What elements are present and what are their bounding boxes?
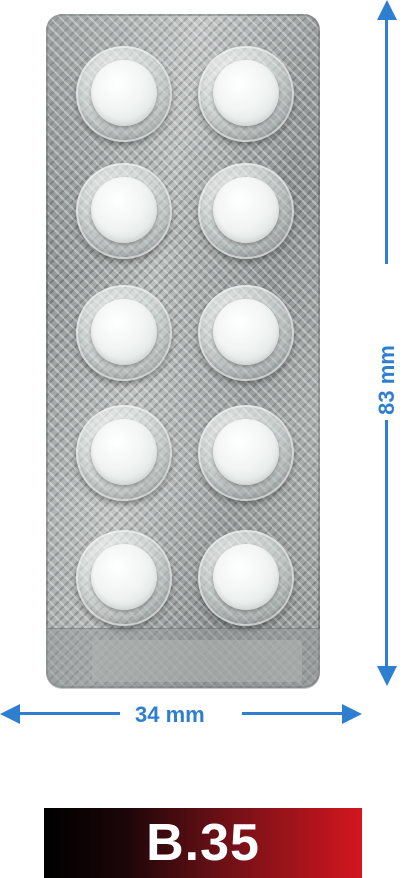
tablet <box>91 177 157 243</box>
width-dimension-text: 34 mm <box>135 702 205 727</box>
brand-code-banner: B.35 <box>44 808 362 878</box>
tablet-cavity <box>76 46 172 142</box>
width-arrow-right-icon <box>342 704 362 724</box>
tablet <box>91 544 157 610</box>
tablet-cavity <box>76 405 172 501</box>
tablet <box>213 544 279 610</box>
tablet <box>213 419 279 485</box>
tablet-cavity <box>198 285 294 381</box>
height-dimension-label: 83 mm <box>372 335 402 425</box>
width-dimension-line-left <box>12 712 120 715</box>
height-dimension-line-bottom <box>385 420 388 676</box>
height-arrow-up-icon <box>377 0 397 20</box>
width-arrow-left-icon <box>0 704 20 724</box>
brand-code-text: B.35 <box>146 814 260 872</box>
tablet <box>91 299 157 365</box>
tablet-cavity <box>76 530 172 626</box>
height-arrow-down-icon <box>377 666 397 686</box>
tablet-cavity <box>198 405 294 501</box>
height-dimension-line-top <box>385 8 388 264</box>
tablet-cavity <box>198 163 294 259</box>
tablet <box>213 177 279 243</box>
blister-tab-label-area <box>92 640 302 682</box>
tablet-cavity <box>76 163 172 259</box>
height-dimension-text: 83 mm <box>374 345 399 415</box>
tablet-cavity <box>198 530 294 626</box>
tablet <box>91 419 157 485</box>
tablet-cavity <box>76 285 172 381</box>
tablet-cavity <box>198 46 294 142</box>
tablet <box>213 299 279 365</box>
tablet <box>91 60 157 126</box>
width-dimension-line-right <box>242 712 350 715</box>
tablet <box>213 60 279 126</box>
